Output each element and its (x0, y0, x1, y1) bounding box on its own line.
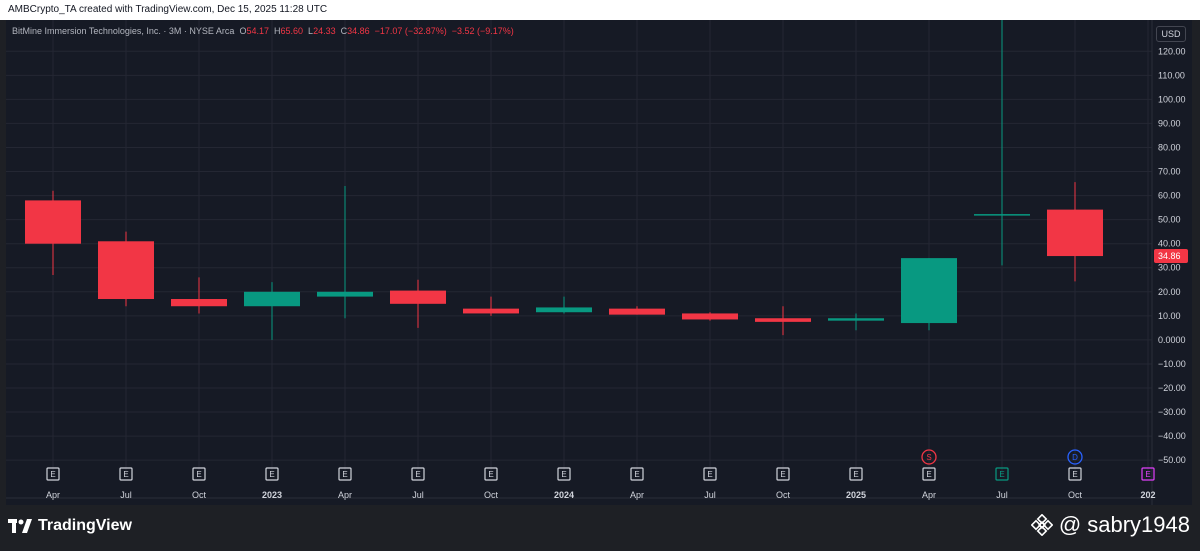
high-value: 65.60 (280, 26, 304, 36)
candle-body[interactable] (682, 313, 738, 320)
currency-button[interactable]: USD (1156, 26, 1186, 42)
x-tick-label: Jul (704, 490, 716, 500)
chart-app: AMBCrypto_TA created with TradingView.co… (0, 0, 1200, 551)
candlestick-chart[interactable]: −50.00 −40.00 −30.00 −20.00 −10.00 0.0000 10.0… (6, 20, 1192, 505)
y-tick-label: 0.0000 (1158, 335, 1186, 345)
y-tick-label: −40.00 (1158, 431, 1186, 441)
candle-body[interactable] (1047, 209, 1103, 257)
change2-value: −3.52 (−9.17%) (451, 26, 514, 36)
y-tick-label: −10.00 (1158, 359, 1186, 369)
candle-body[interactable] (828, 318, 884, 321)
y-tick-label: 50.00 (1158, 215, 1181, 225)
symbol-legend: BitMine Immersion Technologies, Inc. · 3… (12, 26, 514, 36)
x-tick-label: Apr (630, 490, 644, 500)
y-tick-label: 90.00 (1158, 118, 1181, 128)
y-tick-label: −30.00 (1158, 407, 1186, 417)
event-marker-label: S (926, 453, 931, 462)
chart-frame[interactable]: −50.00 −40.00 −30.00 −20.00 −10.00 0.0000 10.0… (6, 20, 1192, 505)
earnings-marker-label: E (269, 470, 274, 479)
x-tick-label: Jul (412, 490, 424, 500)
earnings-marker-label: E (50, 470, 55, 479)
tradingview-logo-icon (8, 519, 32, 533)
x-tick-label: Oct (192, 490, 207, 500)
last-price-label: 34.86 (1158, 251, 1181, 261)
y-tick-label: 40.00 (1158, 239, 1181, 249)
x-tick-label: 2024 (554, 490, 574, 500)
x-tick-label: Jul (120, 490, 132, 500)
candle-body[interactable] (244, 291, 300, 307)
attribution-bar: AMBCrypto_TA created with TradingView.co… (0, 0, 1200, 20)
y-tick-label: 30.00 (1158, 263, 1181, 273)
x-tick-label: Oct (776, 490, 791, 500)
candle-body[interactable] (390, 290, 446, 304)
tradingview-name: TradingView (38, 517, 132, 534)
y-tick-label: 20.00 (1158, 287, 1181, 297)
binance-logo-icon (1030, 514, 1053, 536)
x-tick-label: Oct (484, 490, 499, 500)
earnings-marker-label: E (342, 470, 347, 479)
y-tick-label: 80.00 (1158, 142, 1181, 152)
earnings-marker-label: E (853, 470, 858, 479)
earnings-marker-label: E (561, 470, 566, 479)
x-tick-label: Jul (996, 490, 1008, 500)
symbol-name: BitMine Immersion Technologies, Inc. · 3… (12, 26, 235, 36)
x-tick-label: Apr (922, 490, 936, 500)
earnings-marker-label: E (488, 470, 493, 479)
footer-bar (0, 505, 1200, 551)
earnings-marker-label: E (707, 470, 712, 479)
y-tick-label: 120.00 (1158, 46, 1186, 56)
y-tick-label: 60.00 (1158, 191, 1181, 201)
candle-body[interactable] (609, 308, 665, 315)
candle-body[interactable] (463, 308, 519, 314)
candle-body[interactable] (98, 241, 154, 300)
earnings-marker-label: E (123, 470, 128, 479)
x-tick-label: 2025 (846, 490, 866, 500)
y-tick-label: 10.00 (1158, 311, 1181, 321)
x-tick-label: Apr (46, 490, 60, 500)
y-tick-label: 100.00 (1158, 94, 1186, 104)
earnings-marker-label: E (926, 470, 931, 479)
earnings-marker-label: E (999, 470, 1004, 479)
candle-body[interactable] (317, 291, 373, 297)
event-marker-label: D (1072, 453, 1078, 462)
y-tick-label: −50.00 (1158, 455, 1186, 465)
change-value: −17.07 (−32.87%) (374, 26, 447, 36)
watermark-text: @ sabry1948 (1058, 512, 1190, 537)
close-value: 34.86 (347, 26, 370, 36)
earnings-marker-label: E (415, 470, 420, 479)
candle-body[interactable] (755, 318, 811, 322)
y-tick-label: 70.00 (1158, 167, 1181, 177)
x-tick-label: 202 (1140, 490, 1155, 500)
x-tick-label: 2023 (262, 490, 282, 500)
earnings-marker-label: E (634, 470, 639, 479)
y-tick-label: 110.00 (1158, 70, 1185, 80)
y-tick-label: −20.00 (1158, 383, 1186, 393)
attribution-text: AMBCrypto_TA created with TradingView.co… (8, 4, 328, 15)
earnings-marker-label: E (780, 470, 785, 479)
open-value: 54.17 (246, 26, 269, 36)
earnings-marker-label: E (196, 470, 201, 479)
candle-body[interactable] (171, 299, 227, 307)
tradingview-logo: TradingView (8, 517, 132, 535)
watermark: @ sabry1948 (1030, 512, 1190, 538)
candle-body[interactable] (25, 200, 81, 244)
candle-body[interactable] (901, 258, 957, 324)
earnings-marker-label: E (1072, 470, 1077, 479)
x-tick-label: Oct (1068, 490, 1083, 500)
low-value: 24.33 (313, 26, 336, 36)
candle-body[interactable] (974, 214, 1030, 216)
x-tick-label: Apr (338, 490, 352, 500)
earnings-marker-label: E (1145, 470, 1150, 479)
candle-body[interactable] (536, 307, 592, 313)
